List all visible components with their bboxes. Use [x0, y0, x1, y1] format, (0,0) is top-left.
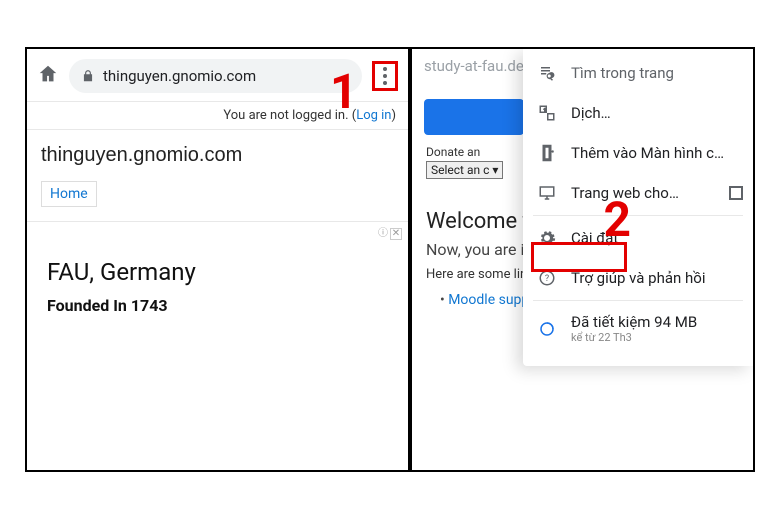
login-status: You are not logged in. (Log in): [27, 102, 408, 130]
overflow-menu: Tìm trong trang Dịch… Thêm vào Màn hình …: [523, 49, 753, 366]
menu-separator: [533, 300, 743, 301]
menu-help-feedback[interactable]: ? Trợ giúp và phản hồi: [523, 258, 753, 298]
omnibox-url: thinguyen.gnomio.com: [103, 67, 256, 85]
menu-label: Trang web cho…: [571, 184, 679, 202]
overflow-menu-button[interactable]: [372, 61, 398, 91]
menu-label: Đã tiết kiệm 94 MB kể từ 22 Th3: [571, 313, 697, 344]
menu-desktop-site[interactable]: Trang web cho…: [523, 173, 753, 213]
menu-label: Thêm vào Màn hình c…: [571, 144, 724, 162]
adchoices-icon[interactable]: ⓘ: [378, 228, 388, 239]
bg-blue-button[interactable]: [424, 99, 524, 135]
menu-label: Tìm trong trang: [571, 64, 674, 82]
menu-find-in-page[interactable]: Tìm trong trang: [523, 53, 753, 93]
ad-close-icon[interactable]: ✕: [390, 228, 402, 240]
add-to-home-icon: [537, 143, 557, 163]
menu-settings[interactable]: Cài đặt: [523, 218, 753, 258]
help-icon: ?: [537, 268, 557, 288]
menu-data-saved[interactable]: Đã tiết kiệm 94 MB kể từ 22 Th3: [523, 303, 753, 354]
pane-right: 2 study-at-fau.de Donate an Select an c …: [412, 49, 753, 470]
checkbox-icon[interactable]: [729, 186, 743, 200]
menu-label: Dịch…: [571, 104, 611, 122]
ad-controls: ⓘ✕: [27, 222, 408, 240]
menu-label: Cài đặt: [571, 229, 618, 247]
menu-label: Trợ giúp và phản hồi: [571, 269, 705, 287]
login-text: You are not logged in. (: [223, 108, 356, 123]
breadcrumb: Home: [27, 171, 408, 222]
pane-left: 1 thinguyen.gnomio.com You are not logge…: [27, 49, 412, 470]
ad-title: FAU, Germany: [47, 258, 388, 286]
site-title: thinguyen.gnomio.com: [27, 130, 408, 171]
login-link[interactable]: Log in: [356, 108, 391, 123]
menu-translate[interactable]: Dịch…: [523, 93, 753, 133]
home-icon[interactable]: [37, 63, 59, 89]
dots-icon: [383, 67, 387, 71]
gear-icon: [537, 228, 557, 248]
ad-subtitle: Founded In 1743: [47, 296, 388, 315]
tutorial-frame: 1 thinguyen.gnomio.com You are not logge…: [25, 47, 755, 472]
data-saver-icon: [537, 319, 557, 339]
translate-icon: [537, 103, 557, 123]
nav-home[interactable]: Home: [41, 181, 97, 207]
search-in-page-icon: [537, 63, 557, 83]
donate-select[interactable]: Select an c ▾: [426, 161, 503, 179]
lock-icon: [81, 69, 95, 83]
ad-block[interactable]: FAU, Germany Founded In 1743: [27, 240, 408, 333]
desktop-icon: [537, 183, 557, 203]
menu-add-to-homescreen[interactable]: Thêm vào Màn hình c…: [523, 133, 753, 173]
menu-separator: [533, 215, 743, 216]
omnibox[interactable]: thinguyen.gnomio.com: [69, 59, 362, 93]
svg-text:?: ?: [545, 274, 549, 284]
address-bar: thinguyen.gnomio.com: [27, 49, 408, 102]
